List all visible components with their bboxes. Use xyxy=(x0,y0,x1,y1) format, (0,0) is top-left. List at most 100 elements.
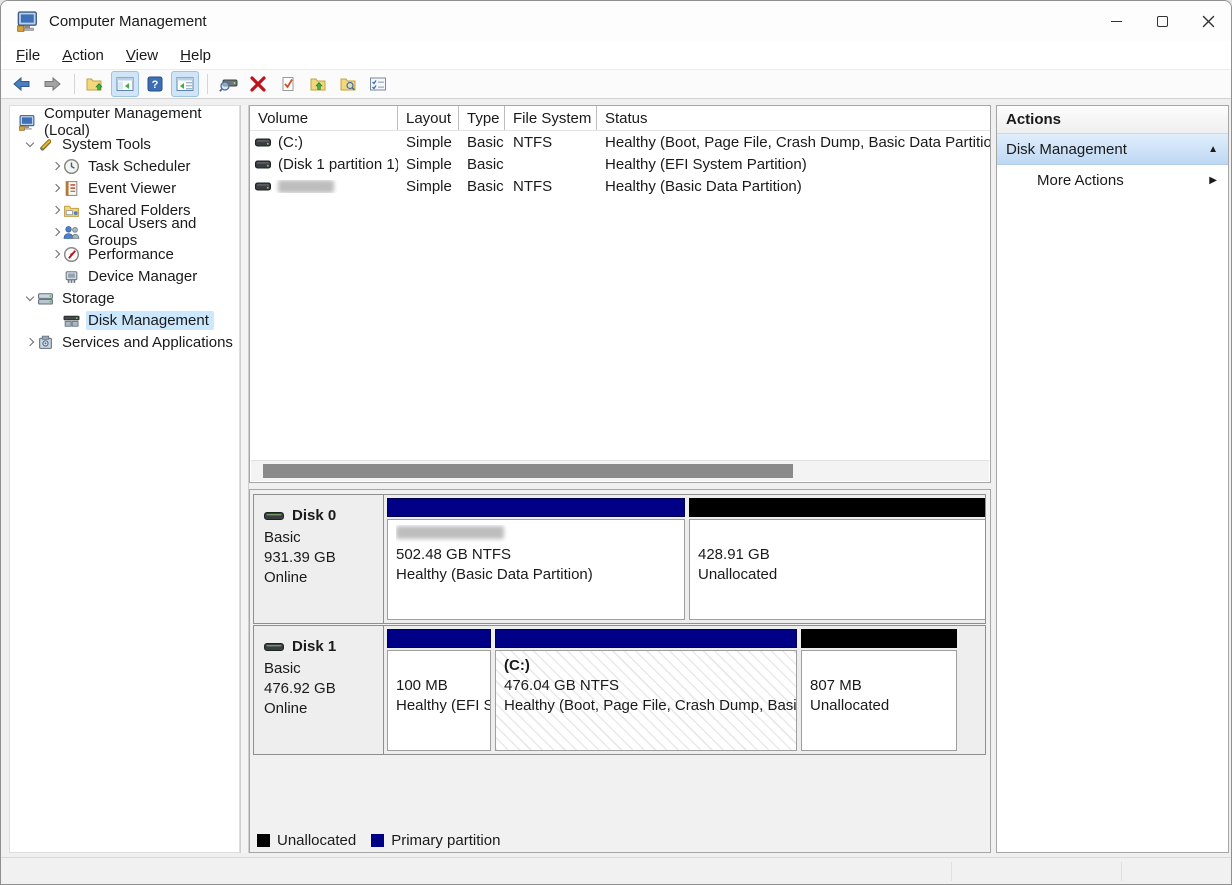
tree-item-label: Services and Applications xyxy=(62,334,233,351)
disk-1-partition-efi[interactable]: 100 MB Healthy (EFI System Partition) xyxy=(387,629,491,751)
actions-pane: Actions Disk Management ▲ More Actions ▶ xyxy=(996,105,1229,853)
partition-size: 807 MB xyxy=(810,676,956,696)
chevron-right-icon[interactable] xyxy=(48,163,63,169)
delete-volume-button[interactable] xyxy=(244,71,272,97)
local-users-groups-icon xyxy=(63,224,80,241)
folder-up-button[interactable] xyxy=(304,71,332,97)
partition-status: Healthy (Boot, Page File, Crash Dump, Ba… xyxy=(504,696,796,716)
volume-drive-icon xyxy=(255,182,271,191)
disk-0-unallocated[interactable]: 428.91 GB Unallocated xyxy=(689,498,985,620)
disk-size: 931.39 GB xyxy=(264,548,383,568)
column-header-file-system[interactable]: File System xyxy=(505,106,597,130)
chevron-right-icon[interactable] xyxy=(48,251,63,257)
volume-list: Volume Layout Type File System Status (C… xyxy=(249,105,991,483)
disk-0-partition-data[interactable]: 502.48 GB NTFS Healthy (Basic Data Parti… xyxy=(387,498,685,620)
window-title: Computer Management xyxy=(49,13,207,30)
disk-1-header[interactable]: Disk 1 Basic 476.92 GB Online xyxy=(254,626,384,754)
column-header-layout[interactable]: Layout xyxy=(398,106,459,130)
menu-help[interactable]: Help xyxy=(169,44,222,67)
chevron-right-icon[interactable] xyxy=(48,207,63,213)
folder-search-button[interactable] xyxy=(334,71,362,97)
disk-state: Online xyxy=(264,699,383,719)
legend-primary-partition: Primary partition xyxy=(371,832,500,849)
chevron-right-icon[interactable] xyxy=(48,229,63,235)
rescan-disks-button[interactable] xyxy=(214,71,242,97)
partition-size: 502.48 GB NTFS xyxy=(396,545,684,565)
back-arrow-icon xyxy=(13,76,31,92)
unallocated-bar xyxy=(689,498,985,517)
disk-1-row: Disk 1 Basic 476.92 GB Online 100 MB xyxy=(253,625,986,755)
partition-status: Healthy (Basic Data Partition) xyxy=(396,565,684,585)
maximize-button[interactable] xyxy=(1139,1,1185,41)
partition-legend: Unallocated Primary partition xyxy=(257,830,500,850)
checklist-icon xyxy=(369,76,387,92)
maximize-icon xyxy=(1157,16,1168,27)
back-button[interactable] xyxy=(8,71,36,97)
tree-item-device-manager[interactable]: Device Manager xyxy=(10,265,239,287)
menu-action[interactable]: Action xyxy=(51,44,115,67)
tree-item-label: Local Users and Groups xyxy=(88,215,234,249)
shared-folders-icon xyxy=(63,202,80,219)
menu-view[interactable]: View xyxy=(115,44,169,67)
disk-0-header[interactable]: Disk 0 Basic 931.39 GB Online xyxy=(254,495,384,623)
actions-group-disk-management[interactable]: Disk Management ▲ xyxy=(997,134,1228,165)
services-applications-icon xyxy=(37,334,54,351)
tree-item-disk-management[interactable]: Disk Management xyxy=(10,309,239,331)
show-console-tree-button[interactable] xyxy=(111,71,139,97)
unallocated-bar xyxy=(801,629,957,648)
scrollbar-thumb[interactable] xyxy=(263,464,793,478)
tree-item-services-and-applications[interactable]: Services and Applications xyxy=(10,331,239,353)
tree-item-task-scheduler[interactable]: Task Scheduler xyxy=(10,155,239,177)
delete-x-icon xyxy=(250,76,266,92)
tree-item-event-viewer[interactable]: Event Viewer xyxy=(10,177,239,199)
menu-file[interactable]: File xyxy=(5,44,51,67)
system-tools-icon xyxy=(37,136,54,153)
chevron-down-icon[interactable] xyxy=(22,297,37,300)
volume-type: Basic xyxy=(459,134,505,151)
chevron-right-icon[interactable] xyxy=(22,339,37,345)
horizontal-scrollbar[interactable] xyxy=(251,460,989,481)
tree-item-label: Task Scheduler xyxy=(88,158,191,175)
svg-text:?: ? xyxy=(152,79,159,91)
pane-splitter[interactable] xyxy=(240,105,249,853)
volume-row-c[interactable]: (C:) Simple Basic NTFS Healthy (Boot, Pa… xyxy=(250,131,990,153)
column-header-type[interactable]: Type xyxy=(459,106,505,130)
column-header-volume[interactable]: Volume xyxy=(250,106,398,130)
volume-row-efi[interactable]: (Disk 1 partition 1) Simple Basic Health… xyxy=(250,153,990,175)
chevron-none xyxy=(48,317,63,323)
document-check-icon xyxy=(280,76,296,92)
more-actions-item[interactable]: More Actions ▶ xyxy=(997,165,1228,196)
legend-label: Primary partition xyxy=(391,832,500,849)
disk-name: Disk 1 xyxy=(292,637,336,657)
show-action-pane-button[interactable] xyxy=(171,71,199,97)
mark-active-button[interactable] xyxy=(274,71,302,97)
up-level-button[interactable] xyxy=(81,71,109,97)
close-button[interactable] xyxy=(1185,1,1231,41)
properties-list-button[interactable] xyxy=(364,71,392,97)
minimize-button[interactable] xyxy=(1093,1,1139,41)
disk-management-icon xyxy=(63,312,80,329)
tree-item-local-users-and-groups[interactable]: Local Users and Groups xyxy=(10,221,239,243)
forward-button[interactable] xyxy=(38,71,66,97)
column-header-status[interactable]: Status xyxy=(597,106,990,130)
chevron-right-icon[interactable] xyxy=(48,185,63,191)
volume-row-data[interactable]: Simple Basic NTFS Healthy (Basic Data Pa… xyxy=(250,175,990,197)
partition-name: (C:) xyxy=(504,656,796,676)
help-button[interactable]: ? xyxy=(141,71,169,97)
tree-item-storage[interactable]: Storage xyxy=(10,287,239,309)
disk-0-row: Disk 0 Basic 931.39 GB Online 502.48 GB … xyxy=(253,494,986,624)
volume-drive-icon xyxy=(255,138,271,147)
disk-1-unallocated[interactable]: 807 MB Unallocated xyxy=(801,629,957,751)
primary-partition-swatch xyxy=(371,834,384,847)
chevron-down-icon[interactable] xyxy=(22,143,37,146)
redacted-volume-name xyxy=(278,180,334,193)
disk-1-partition-c[interactable]: (C:) 476.04 GB NTFS Healthy (Boot, Page … xyxy=(495,629,797,751)
volume-layout: Simple xyxy=(398,178,459,195)
task-scheduler-icon xyxy=(63,158,80,175)
storage-icon xyxy=(37,290,54,307)
tree-item-computer-management[interactable]: Computer Management (Local) xyxy=(10,111,239,133)
tree-item-label: Computer Management (Local) xyxy=(44,105,234,139)
console-tree-icon xyxy=(116,76,134,92)
collapse-icon[interactable]: ▲ xyxy=(1208,144,1218,155)
tree-item-label: Disk Management xyxy=(88,312,209,329)
